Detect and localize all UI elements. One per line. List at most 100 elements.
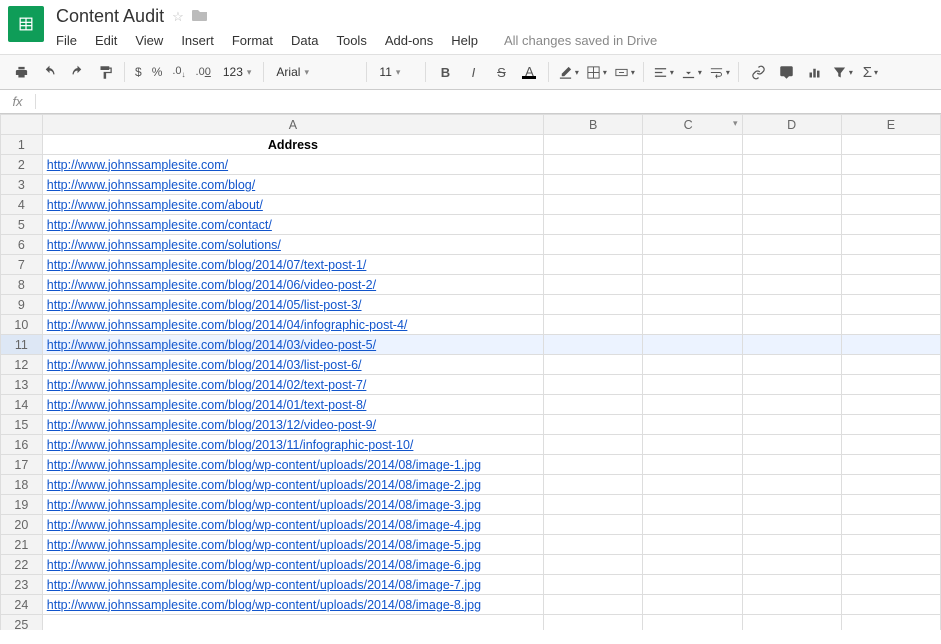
url-link[interactable]: http://www.johnssamplesite.com/contact/ xyxy=(47,218,272,232)
cell[interactable]: http://www.johnssamplesite.com/blog/2014… xyxy=(42,355,543,375)
print-button[interactable] xyxy=(8,59,34,85)
cell[interactable] xyxy=(841,475,940,495)
cell[interactable] xyxy=(841,615,940,631)
row-header[interactable]: 1 xyxy=(1,135,43,155)
cell[interactable] xyxy=(841,135,940,155)
cell[interactable] xyxy=(841,535,940,555)
cell[interactable]: Address xyxy=(42,135,543,155)
cell[interactable]: http://www.johnssamplesite.com/solutions… xyxy=(42,235,543,255)
cell[interactable] xyxy=(544,575,643,595)
row-header[interactable]: 2 xyxy=(1,155,43,175)
cell[interactable]: http://www.johnssamplesite.com/about/ xyxy=(42,195,543,215)
cell[interactable] xyxy=(841,175,940,195)
row-header[interactable]: 10 xyxy=(1,315,43,335)
strikethrough-button[interactable]: S xyxy=(488,59,514,85)
cell[interactable]: http://www.johnssamplesite.com/blog/wp-c… xyxy=(42,475,543,495)
menu-file[interactable]: File xyxy=(56,33,77,48)
cell[interactable] xyxy=(742,195,841,215)
cell[interactable] xyxy=(643,275,742,295)
url-link[interactable]: http://www.johnssamplesite.com/blog/wp-c… xyxy=(47,478,481,492)
cell[interactable] xyxy=(643,515,742,535)
cell[interactable]: http://www.johnssamplesite.com/blog/2014… xyxy=(42,395,543,415)
row-header[interactable]: 14 xyxy=(1,395,43,415)
filter-caret-icon[interactable]: ▾ xyxy=(733,118,738,129)
paint-format-button[interactable] xyxy=(92,59,118,85)
row-header[interactable]: 12 xyxy=(1,355,43,375)
menu-view[interactable]: View xyxy=(135,33,163,48)
cell[interactable] xyxy=(841,375,940,395)
cell[interactable] xyxy=(841,155,940,175)
cell[interactable] xyxy=(841,555,940,575)
cell[interactable] xyxy=(643,195,742,215)
cell[interactable] xyxy=(742,375,841,395)
cell[interactable]: http://www.johnssamplesite.com/blog/2014… xyxy=(42,275,543,295)
cell[interactable] xyxy=(841,575,940,595)
cell[interactable] xyxy=(643,315,742,335)
cell[interactable]: http://www.johnssamplesite.com/blog/2014… xyxy=(42,375,543,395)
row-header[interactable]: 11 xyxy=(1,335,43,355)
cell[interactable] xyxy=(643,475,742,495)
cell[interactable] xyxy=(841,515,940,535)
menu-data[interactable]: Data xyxy=(291,33,318,48)
url-link[interactable]: http://www.johnssamplesite.com/blog/2014… xyxy=(47,258,367,272)
cell[interactable] xyxy=(742,515,841,535)
cell[interactable]: http://www.johnssamplesite.com/blog/wp-c… xyxy=(42,555,543,575)
url-link[interactable]: http://www.johnssamplesite.com/about/ xyxy=(47,198,263,212)
cell[interactable] xyxy=(841,275,940,295)
cell[interactable] xyxy=(742,335,841,355)
url-link[interactable]: http://www.johnssamplesite.com/blog/2014… xyxy=(47,338,376,352)
cell[interactable] xyxy=(544,455,643,475)
cell[interactable]: http://www.johnssamplesite.com/blog/wp-c… xyxy=(42,595,543,615)
cell[interactable]: http://www.johnssamplesite.com/blog/wp-c… xyxy=(42,515,543,535)
text-color-button[interactable]: A xyxy=(516,59,542,85)
vertical-align-button[interactable]: ▾ xyxy=(678,59,704,85)
cell[interactable] xyxy=(544,215,643,235)
cell[interactable] xyxy=(742,535,841,555)
cell[interactable]: http://www.johnssamplesite.com/blog/2014… xyxy=(42,255,543,275)
cell[interactable]: http://www.johnssamplesite.com/blog/wp-c… xyxy=(42,575,543,595)
grid-container[interactable]: A B C▾ D E 1Address2http://www.johnssamp… xyxy=(0,114,941,630)
cell[interactable] xyxy=(643,155,742,175)
url-link[interactable]: http://www.johnssamplesite.com/blog/2014… xyxy=(47,398,367,412)
url-link[interactable]: http://www.johnssamplesite.com/solutions… xyxy=(47,238,281,252)
cell[interactable] xyxy=(742,155,841,175)
url-link[interactable]: http://www.johnssamplesite.com/blog/2014… xyxy=(47,318,408,332)
cell[interactable] xyxy=(742,415,841,435)
text-wrap-button[interactable]: ▾ xyxy=(706,59,732,85)
cell[interactable] xyxy=(544,535,643,555)
cell[interactable] xyxy=(544,615,643,631)
row-header[interactable]: 9 xyxy=(1,295,43,315)
url-link[interactable]: http://www.johnssamplesite.com/blog/2013… xyxy=(47,438,414,452)
cell[interactable] xyxy=(841,435,940,455)
cell[interactable] xyxy=(643,455,742,475)
cell[interactable] xyxy=(742,615,841,631)
column-header-B[interactable]: B xyxy=(544,115,643,135)
cell[interactable] xyxy=(841,195,940,215)
cell[interactable] xyxy=(544,175,643,195)
menu-insert[interactable]: Insert xyxy=(181,33,214,48)
cell[interactable] xyxy=(643,555,742,575)
url-link[interactable]: http://www.johnssamplesite.com/blog/2014… xyxy=(47,358,362,372)
cell[interactable] xyxy=(544,315,643,335)
cell[interactable] xyxy=(643,575,742,595)
cell[interactable] xyxy=(742,575,841,595)
row-header[interactable]: 20 xyxy=(1,515,43,535)
menu-format[interactable]: Format xyxy=(232,33,273,48)
cell[interactable] xyxy=(643,415,742,435)
cell[interactable] xyxy=(643,535,742,555)
row-header[interactable]: 3 xyxy=(1,175,43,195)
cell[interactable] xyxy=(742,295,841,315)
cell[interactable] xyxy=(742,275,841,295)
cell[interactable] xyxy=(742,135,841,155)
cell[interactable] xyxy=(742,395,841,415)
cell[interactable] xyxy=(544,195,643,215)
cell[interactable] xyxy=(643,495,742,515)
url-link[interactable]: http://www.johnssamplesite.com/blog/2014… xyxy=(47,298,362,312)
url-link[interactable]: http://www.johnssamplesite.com/blog/wp-c… xyxy=(47,538,481,552)
cell[interactable] xyxy=(841,235,940,255)
number-format-select[interactable]: 123▾ xyxy=(217,60,258,84)
font-family-select[interactable]: Arial▾ xyxy=(270,60,360,84)
cell[interactable] xyxy=(841,215,940,235)
url-link[interactable]: http://www.johnssamplesite.com/blog/2013… xyxy=(47,418,376,432)
cell[interactable] xyxy=(544,135,643,155)
